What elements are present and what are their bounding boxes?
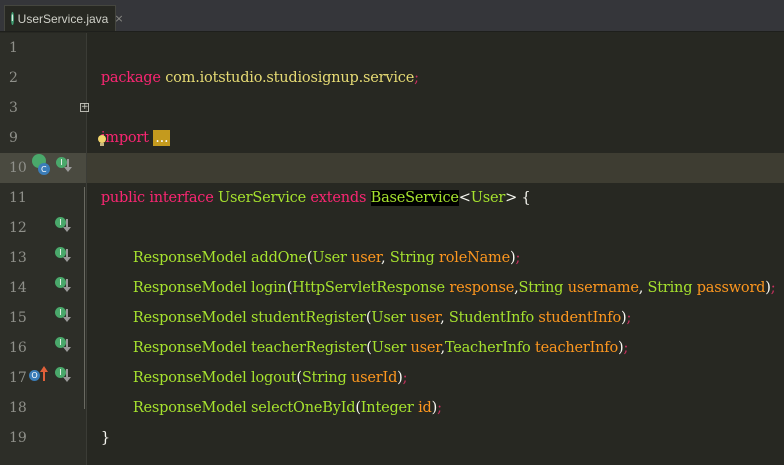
semicolon: ; [414,70,419,86]
param-type: String [647,280,693,296]
generic-close: > [505,190,518,206]
line-number: 14 [9,280,27,296]
param-name: user [410,340,441,356]
line-number: 10 [9,160,27,176]
package-name: com.iotstudio.studiosignup.service [160,70,415,86]
keyword: package [100,70,161,86]
close-brace: } [100,430,110,446]
semicolon: ; [623,340,629,356]
keyword: extends [310,190,367,206]
tab-userservice[interactable]: I UserService.java × [4,5,124,31]
code-line-14[interactable]: ResponseModel studentRegister(User user,… [124,273,632,326]
close-icon[interactable]: × [114,12,123,25]
generic-open: < [458,190,471,206]
code-line-10[interactable]: public interface UserService extends Bas… [92,153,531,206]
method-name: selectOneById [251,400,356,416]
open-brace: { [521,190,531,206]
code-line-1[interactable]: package com.iotstudio.studiosignup.servi… [92,33,419,86]
keyword: interface [149,190,214,206]
base-class-name: BaseService [370,190,459,206]
down-arrow-icon[interactable] [64,159,72,172]
generic-type: User [470,190,506,206]
line-number: 17 [9,370,27,386]
svg-text:C: C [41,165,47,174]
line-number: 3 [9,100,18,116]
line-number: 13 [9,250,27,266]
keyword: import [100,130,149,146]
code-line-12[interactable]: ResponseModel addOne(User user, String r… [124,213,521,266]
param-type: Integer [360,400,414,416]
line-number: 1 [9,40,18,56]
semicolon: ; [770,280,776,296]
param-name: id [418,400,432,416]
line-number: 19 [9,430,27,446]
overrides-icon[interactable]: O [29,370,40,381]
down-arrow-icon[interactable] [63,279,71,292]
down-arrow-icon[interactable] [63,369,71,382]
tab-label: UserService.java [17,11,109,26]
down-arrow-icon[interactable] [63,339,71,352]
down-arrow-icon[interactable] [63,309,71,322]
param-name: password [696,280,766,296]
semicolon: ; [437,400,442,416]
code-line-16[interactable]: ResponseModel logout(String userId); [124,333,408,386]
line-number: 15 [9,310,27,326]
line-number: 11 [9,190,27,206]
line-number: 16 [9,340,27,356]
down-arrow-icon[interactable] [63,219,71,232]
up-arrow-icon[interactable] [40,366,48,382]
code-line-18[interactable]: } [92,393,110,446]
line-number: 12 [9,220,27,236]
implemented-by-icon[interactable]: C [30,152,54,178]
down-arrow-icon[interactable] [63,249,71,262]
param-type: TeacherInfo [444,340,531,356]
lightbulb-icon[interactable] [97,134,107,148]
param-name: teacherInfo [535,340,619,356]
code-line-15[interactable]: ResponseModel teacherRegister(User user,… [124,303,629,356]
folded-imports[interactable]: ... [153,130,171,146]
line-number: 18 [9,400,27,416]
separator: , [638,280,648,296]
fold-toggle-icon[interactable]: + [80,103,89,112]
code-line-17[interactable]: ResponseModel selectOneById(Integer id); [124,363,442,416]
editor-tab-bar: I UserService.java × [0,0,784,32]
line-number: 9 [9,130,18,146]
line-number: 2 [9,70,18,86]
code-line-3[interactable]: import ... [92,93,171,146]
return-type: ResponseModel [132,400,247,416]
interface-icon: I [11,12,14,25]
interface-name: UserService [218,190,306,206]
fold-guide [84,187,85,409]
code-line-13[interactable]: ResponseModel login(HttpServletResponse … [124,243,776,296]
keyword: public [100,190,145,206]
